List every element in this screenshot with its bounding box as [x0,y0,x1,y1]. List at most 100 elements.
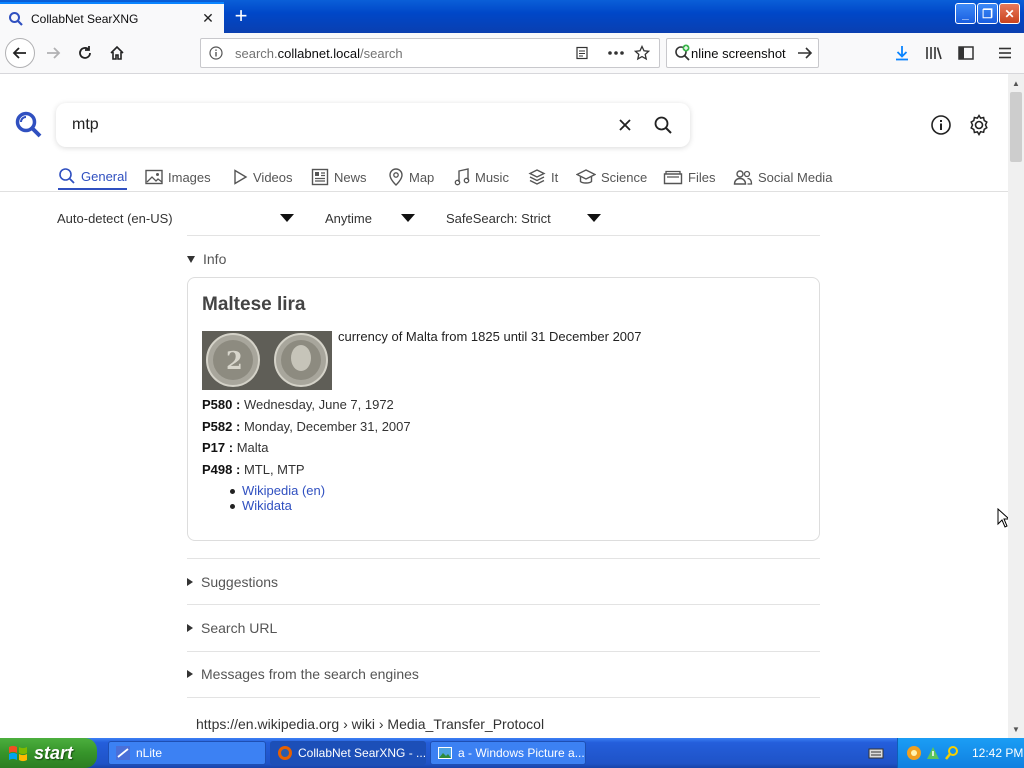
clock: 12:42 PM [972,746,1024,760]
tray-app-icon[interactable] [906,745,922,761]
infobox-attribute: P580 : Wednesday, June 7, 1972 [202,397,394,412]
library-icon[interactable] [923,42,945,64]
language-dropdown-caret-icon[interactable] [280,214,294,222]
minimize-button[interactable]: _ [955,3,976,24]
tab-social-media-label: Social Media [758,169,833,185]
tab-general[interactable]: General [58,164,128,190]
scroll-down-icon[interactable]: ▼ [1008,721,1024,737]
taskbar-item-label: a - Windows Picture a... [458,746,585,760]
newspaper-icon [311,168,329,186]
more-actions-icon[interactable] [605,42,627,64]
tab-videos-label: Videos [253,169,293,185]
info-section-toggle[interactable]: Info [187,249,226,269]
taskbar-item-nlite[interactable]: nLite [108,741,266,765]
mouse-cursor-icon [997,508,1008,528]
preferences-button[interactable] [966,112,992,138]
tab-title: CollabNet SearXNG [31,11,139,26]
back-button[interactable] [5,38,35,68]
download-icon[interactable] [891,42,913,64]
taskbar-item-firefox[interactable]: CollabNet SearXNG - ... [270,741,426,765]
scrollbar-thumb[interactable] [1010,92,1022,162]
reader-view-icon[interactable] [571,42,593,64]
close-window-button[interactable]: ✕ [999,3,1020,24]
bookmark-star-icon[interactable] [631,42,653,64]
arrow-right-icon[interactable] [796,45,814,61]
extension-search-box[interactable]: nline screenshot [666,38,819,68]
wikidata-link[interactable]: Wikidata [230,498,325,513]
new-tab-button[interactable]: + [228,4,254,30]
close-tab-icon[interactable]: ✕ [200,10,216,27]
firefox-icon [278,746,292,760]
engine-messages-toggle[interactable]: Messages from the search engines [187,664,419,684]
maximize-button[interactable]: ❐ [977,3,998,24]
tab-music[interactable]: Music [454,164,509,190]
search-url-toggle[interactable]: Search URL [187,618,277,638]
network-icon[interactable] [925,745,941,761]
infobox-attribute: P498 : MTL, MTP [202,462,305,477]
search-box[interactable]: mtp [56,103,690,147]
infobox-description: currency of Malta from 1825 until 31 Dec… [338,329,642,344]
divider [187,697,820,698]
safesearch-select[interactable]: SafeSearch: Strict [446,204,551,232]
tab-videos[interactable]: Videos [232,164,293,190]
scroll-up-icon[interactable]: ▲ [1008,75,1024,91]
infobox-links: Wikipedia (en) Wikidata [230,483,325,513]
home-button[interactable] [102,38,132,68]
tab-news-label: News [334,169,367,185]
time-range-select[interactable]: Anytime [325,204,372,232]
safesearch-dropdown-caret-icon[interactable] [587,214,601,222]
url-text: search.collabnet.local/search [235,45,403,61]
search-tray-icon[interactable] [944,745,960,761]
map-pin-icon [389,168,403,186]
search-input[interactable]: mtp [72,116,608,134]
address-bar[interactable]: search.collabnet.local/search [200,38,660,68]
searxng-logo-icon[interactable] [14,110,44,140]
windows-logo-icon [9,745,27,762]
sidebar-icon[interactable] [955,42,977,64]
time-range-select-value: Anytime [325,210,372,226]
tab-files[interactable]: Files [663,164,715,190]
close-icon [619,119,631,131]
arrow-left-icon [12,47,26,59]
infobox: Maltese lira 2 currency of Malta from 18… [187,277,820,541]
gear-icon [970,114,988,136]
files-icon [663,170,683,185]
tab-images[interactable]: Images [145,164,211,190]
language-select[interactable]: Auto-detect (en-US) [57,204,173,232]
start-button[interactable]: start [0,738,97,768]
taskbar-item-picture-viewer[interactable]: a - Windows Picture a... [430,741,586,765]
coin-image[interactable]: 2 [202,331,332,390]
menu-icon[interactable] [994,42,1016,64]
search-button[interactable] [646,108,680,142]
tab-it-label: It [551,169,559,185]
tab-news[interactable]: News [311,164,367,190]
tab-science[interactable]: Science [576,164,647,190]
page-viewport: mtp General Images Videos News Map Music… [0,74,1008,738]
reload-button[interactable] [70,38,100,68]
suggestions-toggle[interactable]: Suggestions [187,572,278,592]
safesearch-select-value: SafeSearch: Strict [446,210,551,226]
taskbar-item-label: CollabNet SearXNG - ... [298,746,426,760]
tab-social-media[interactable]: Social Media [733,164,832,190]
forward-button[interactable] [38,38,68,68]
language-select-value: Auto-detect (en-US) [57,210,173,226]
browser-tab[interactable]: CollabNet SearXNG ✕ [0,2,224,33]
info-icon[interactable] [205,42,227,64]
wikipedia-link[interactable]: Wikipedia (en) [230,483,325,498]
about-button[interactable] [928,112,954,138]
result-url[interactable]: https://en.wikipedia.org › wiki › Media_… [196,716,544,732]
extension-text: nline screenshot [691,45,786,61]
search-filters: Auto-detect (en-US) Anytime SafeSearch: … [0,204,1008,232]
keyboard-icon[interactable] [868,746,884,760]
time-range-dropdown-caret-icon[interactable] [401,214,415,222]
tab-map[interactable]: Map [388,164,434,190]
tab-science-label: Science [601,169,648,185]
search-icon [9,11,23,26]
triangle-right-icon [187,578,193,586]
page-scrollbar[interactable]: ▲ ▼ [1008,74,1024,738]
clear-search-button[interactable] [608,108,642,142]
system-tray: 12:42 PM [897,738,1024,768]
divider [187,235,820,236]
divider [187,651,820,652]
tab-it[interactable]: It [528,164,558,190]
